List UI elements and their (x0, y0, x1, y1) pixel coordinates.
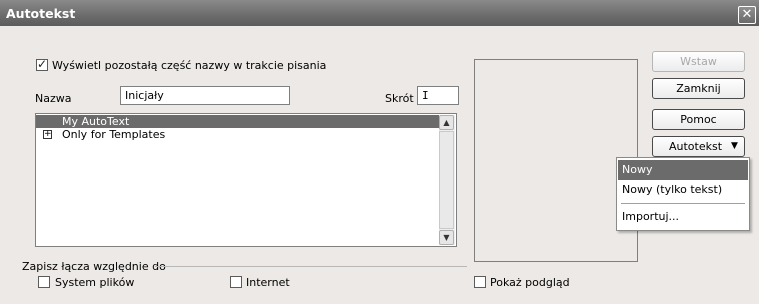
internet-label: Internet (246, 276, 290, 289)
group-divider (155, 266, 467, 267)
autotext-dialog: Autotekst ✕ Wyświetl pozostałą część naz… (0, 0, 759, 304)
close-button[interactable]: Zamknij (652, 78, 745, 99)
tree-item-label: Only for Templates (62, 128, 166, 141)
scroll-up-icon[interactable]: ▲ (439, 115, 454, 130)
autotext-button[interactable]: Autotekst ▼ (652, 136, 745, 157)
tree-item-label: My AutoText (62, 115, 130, 128)
insert-button[interactable]: Wstaw (652, 51, 745, 72)
expand-icon[interactable]: + (43, 130, 52, 139)
show-preview-checkbox[interactable] (474, 276, 486, 288)
category-tree[interactable]: My AutoText + Only for Templates ▲ ▼ (35, 113, 457, 247)
dropdown-arrow-icon: ▼ (731, 141, 738, 151)
name-input[interactable]: Inicjały (120, 86, 290, 105)
menu-item-import[interactable]: Importuj... (618, 207, 748, 227)
internet-checkbox[interactable] (230, 276, 242, 288)
menu-separator (621, 203, 745, 204)
autotext-button-label: Autotekst (669, 140, 723, 153)
show-preview-label: Pokaż podgląd (490, 276, 570, 289)
shortcut-label: Skrót (385, 92, 414, 105)
tree-item-my-autotext[interactable]: My AutoText (36, 115, 440, 128)
show-remainder-label: Wyświetl pozostałą część nazwy w trakcie… (52, 59, 327, 72)
file-system-checkbox[interactable] (38, 276, 50, 288)
tree-scrollbar[interactable]: ▲ ▼ (439, 115, 455, 245)
name-label: Nazwa (35, 92, 72, 105)
help-button[interactable]: Pomoc (652, 109, 745, 130)
close-icon[interactable]: ✕ (738, 6, 756, 24)
save-links-group-label: Zapisz łącza względnie do (22, 260, 166, 273)
scroll-down-icon[interactable]: ▼ (439, 230, 454, 245)
menu-item-new-text-only[interactable]: Nowy (tylko tekst) (618, 180, 748, 200)
preview-pane (474, 59, 638, 262)
file-system-label: System plików (55, 276, 135, 289)
scroll-thumb[interactable] (439, 131, 454, 229)
tree-item-only-for-templates[interactable]: + Only for Templates (36, 128, 440, 141)
window-title: Autotekst (6, 6, 76, 21)
autotext-menu: Nowy Nowy (tylko tekst) Importuj... (616, 157, 750, 231)
show-remainder-checkbox[interactable] (36, 57, 48, 71)
shortcut-input[interactable]: I (417, 86, 459, 105)
menu-item-new[interactable]: Nowy (618, 160, 748, 180)
title-bar: Autotekst ✕ (0, 0, 759, 26)
